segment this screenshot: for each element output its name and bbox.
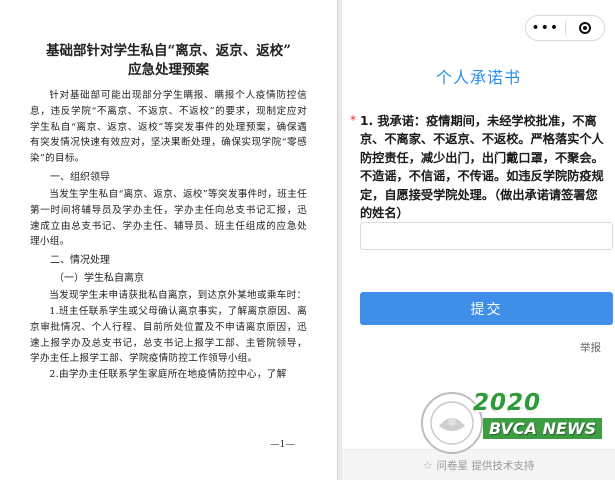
survey-form-screen: ••• 个人承诺书 * 1. 我承诺：疫情期间，未经学校批准，不离京、不离家、不…	[342, 0, 615, 480]
document-title-line1: 基础部针对学生私自“离京、返京、返校”	[45, 43, 292, 59]
document-title: 基础部针对学生私自“离京、返京、返校” 应急处理预案	[30, 42, 307, 80]
powered-by-text: 问卷星 提供技术支持	[436, 459, 535, 472]
question-block: * 1. 我承诺：疫情期间，未经学校批准，不离京、不离家、不返京、不返校。严格落…	[350, 112, 604, 222]
star-icon: ☆	[422, 458, 433, 472]
document-page: 基础部针对学生私自“离京、返京、返校” 应急处理预案 针对基础部可能出现部分学生…	[0, 0, 338, 480]
required-mark: *	[350, 113, 356, 127]
section1-heading: 一、组织领导	[50, 171, 110, 183]
document-item-2: 2.由学办主任联系学生家庭所在地疫情防控中心，了解	[49, 369, 287, 381]
close-circle-icon	[578, 22, 591, 34]
form-title: 个人承诺书	[435, 68, 521, 87]
document-intro: 针对基础部可能出现部分学生瞒报、瞒报个人疫情防控信息，违反学院“不离京、不返京、…	[30, 90, 307, 165]
page-number: —1—	[269, 439, 295, 450]
section2-subheading: （一）学生私自离京	[54, 273, 144, 285]
powered-by-footer: ☆ 问卷星 提供技术支持	[342, 449, 615, 480]
section2-heading: 二、情况处理	[50, 255, 110, 267]
report-link[interactable]: 举报	[580, 340, 601, 355]
submit-button[interactable]: 提交	[360, 292, 613, 325]
mini-program-capsule: •••	[525, 15, 605, 41]
question-text: 1. 我承诺：疫情期间，未经学校批准，不离京、不离家、不返京、不返校。严格落实个…	[360, 114, 604, 221]
close-mini-program-button[interactable]	[566, 22, 605, 34]
section1-body: 当发生学生私自“离京、返京、返校”等突发事件时，班主任第一时间将辅导员及学办主任…	[30, 188, 307, 248]
more-menu-button[interactable]: •••	[526, 15, 565, 41]
document-title-line2: 应急处理预案	[128, 62, 209, 78]
section2-body: 当发现学生未申请获批私自离京，到达京外某地或乘车时：	[49, 290, 307, 302]
document-item-1: 1.班主任联系学生或父母确认离京事实，了解离京原因、离京审批情况、个人行程、目前…	[30, 305, 307, 365]
name-signature-input[interactable]	[360, 222, 613, 250]
